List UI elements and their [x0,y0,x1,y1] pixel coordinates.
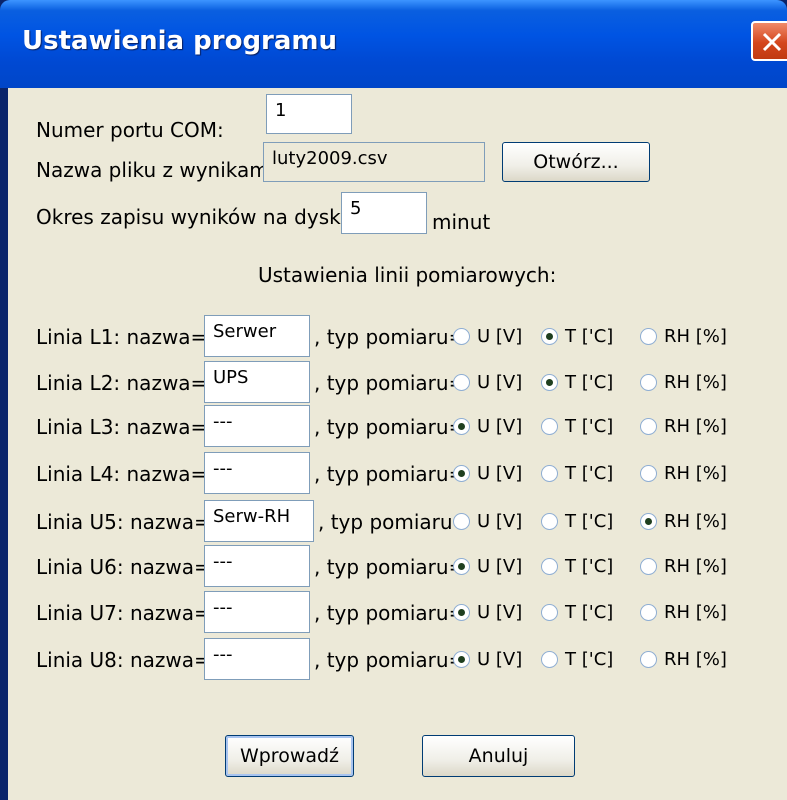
lines-section-title: Ustawienia linii pomiarowych: [258,263,557,287]
measurement-type-label: , typ pomiaru= [314,462,466,486]
radio-t[interactable] [541,651,558,668]
radio-rh[interactable] [640,374,657,391]
line-label: Linia L2: nazwa= [36,371,208,395]
radio-rh[interactable] [640,558,657,575]
radio-t[interactable] [541,465,558,482]
radio-label-rh: RH [%] [664,372,727,393]
radio-u[interactable] [453,604,470,621]
line-label: Linia U6: nazwa= [36,555,211,579]
radio-t[interactable] [541,374,558,391]
radio-t[interactable] [541,328,558,345]
radio-label-u: U [V] [477,463,523,484]
line-name-input[interactable]: --- [204,591,310,633]
line-name-input[interactable]: --- [204,405,310,447]
measurement-type-label: , typ pomiaru= [314,325,466,349]
radio-label-t: T ['C] [565,649,614,670]
measurement-type-label: , typ pomiaru= [314,601,466,625]
title-bar[interactable]: Ustawienia programu [0,0,787,88]
radio-label-u: U [V] [477,416,523,437]
radio-label-rh: RH [%] [664,511,727,532]
com-port-input[interactable]: 1 [266,94,352,134]
radio-u[interactable] [453,651,470,668]
line-name-input[interactable]: UPS [204,361,310,403]
radio-rh[interactable] [640,465,657,482]
save-period-label: Okres zapisu wyników na dysk: [36,205,348,229]
file-name-field[interactable]: luty2009.csv [263,142,485,182]
radio-t[interactable] [541,513,558,530]
close-button[interactable] [751,21,787,61]
radio-label-u: U [V] [477,556,523,577]
save-period-input[interactable]: 5 [341,192,427,234]
save-period-unit: minut [432,210,491,234]
radio-label-u: U [V] [477,602,523,623]
radio-rh[interactable] [640,604,657,621]
line-label: Linia L1: nazwa= [36,325,208,349]
line-label: Linia L3: nazwa= [36,415,208,439]
window-title: Ustawienia programu [22,26,338,56]
radio-u[interactable] [453,558,470,575]
line-name-input[interactable]: --- [204,545,310,587]
line-label: Linia L4: nazwa= [36,462,208,486]
line-label: Linia U5: nazwa= [36,510,211,534]
radio-label-t: T ['C] [565,416,614,437]
radio-rh[interactable] [640,328,657,345]
radio-u[interactable] [453,374,470,391]
measurement-type-label: , typ pomiaru= [314,555,466,579]
radio-label-rh: RH [%] [664,649,727,670]
cancel-button[interactable]: Anuluj [422,735,575,777]
radio-rh[interactable] [640,513,657,530]
radio-label-u: U [V] [477,372,523,393]
measurement-type-label: , typ pomiaru= [318,510,470,534]
radio-u[interactable] [453,328,470,345]
radio-u[interactable] [453,465,470,482]
open-file-button[interactable]: Otwórz... [502,142,650,182]
radio-u[interactable] [453,418,470,435]
file-name-label: Nazwa pliku z wynikami: [36,158,282,182]
line-name-input[interactable]: Serw-RH [204,500,314,542]
measurement-type-label: , typ pomiaru= [314,415,466,439]
line-name-input[interactable]: --- [204,452,310,494]
radio-label-rh: RH [%] [664,556,727,577]
radio-label-rh: RH [%] [664,416,727,437]
line-label: Linia U7: nazwa= [36,601,211,625]
ok-button[interactable]: Wprowadź [225,735,354,777]
radio-label-u: U [V] [477,511,523,532]
radio-label-u: U [V] [477,649,523,670]
radio-u[interactable] [453,513,470,530]
line-name-input[interactable]: --- [204,638,310,680]
radio-label-t: T ['C] [565,463,614,484]
radio-label-rh: RH [%] [664,326,727,347]
radio-t[interactable] [541,418,558,435]
radio-label-t: T ['C] [565,326,614,347]
radio-t[interactable] [541,558,558,575]
radio-label-u: U [V] [477,326,523,347]
measurement-type-label: , typ pomiaru= [314,648,466,672]
close-icon [762,32,782,52]
line-name-input[interactable]: Serwer [204,315,310,357]
radio-label-rh: RH [%] [664,463,727,484]
radio-label-rh: RH [%] [664,602,727,623]
radio-rh[interactable] [640,651,657,668]
com-port-label: Numer portu COM: [36,118,224,142]
measurement-type-label: , typ pomiaru= [314,371,466,395]
line-label: Linia U8: nazwa= [36,648,211,672]
radio-label-t: T ['C] [565,511,614,532]
radio-t[interactable] [541,604,558,621]
radio-rh[interactable] [640,418,657,435]
radio-label-t: T ['C] [565,556,614,577]
radio-label-t: T ['C] [565,372,614,393]
dialog-body: Numer portu COM: 1 Nazwa pliku z wynikam… [8,88,787,800]
radio-label-t: T ['C] [565,602,614,623]
settings-dialog: Ustawienia programu Numer portu COM: 1 N… [0,0,787,800]
